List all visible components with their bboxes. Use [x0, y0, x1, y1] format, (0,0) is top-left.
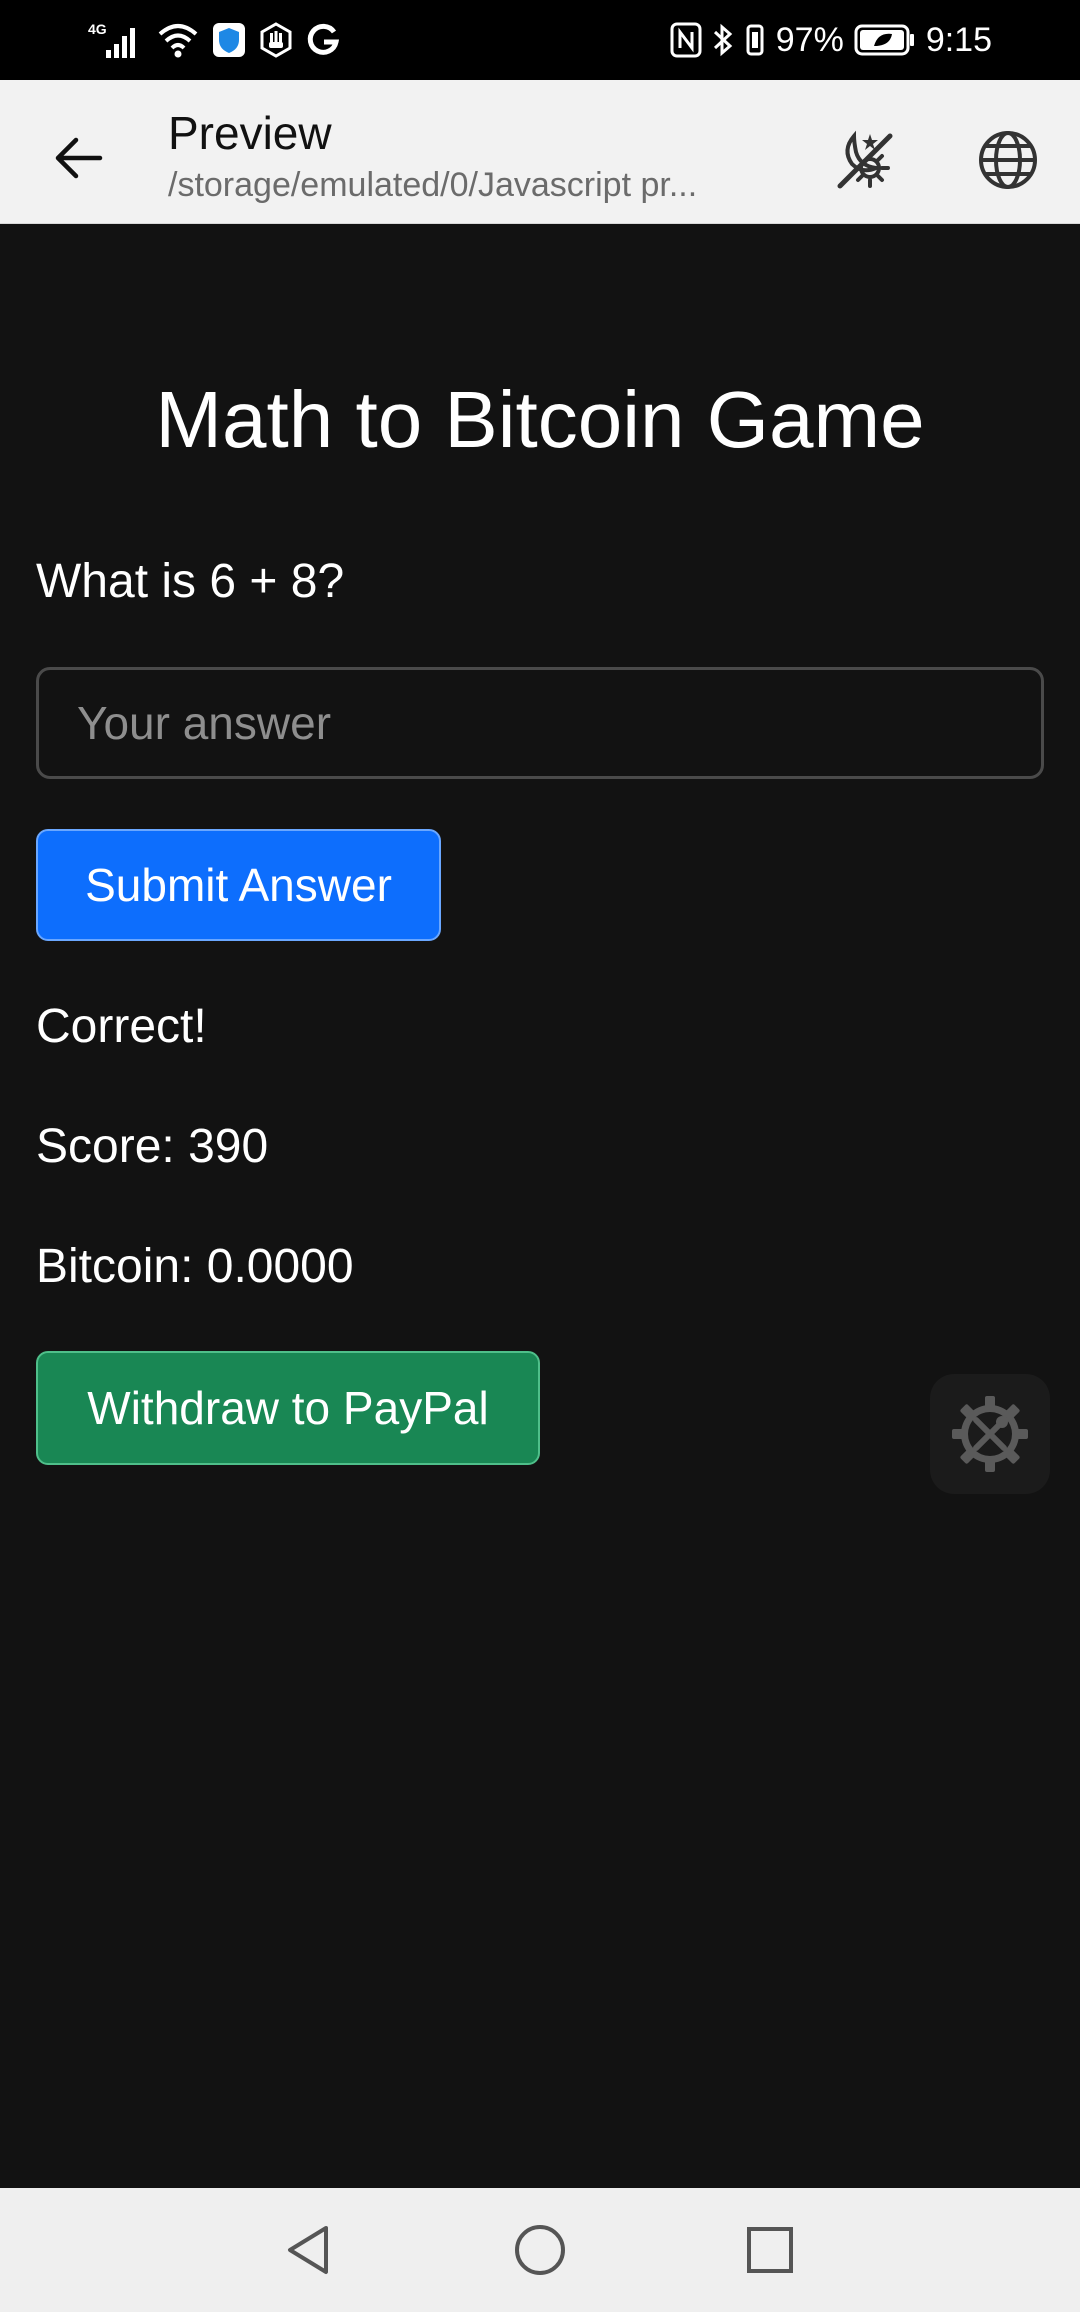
- file-path: /storage/emulated/0/Javascript pr...: [168, 166, 698, 204]
- answer-input[interactable]: [36, 667, 1044, 779]
- vibrate-battery-icon: [744, 22, 766, 58]
- circle-home-icon: [515, 2225, 565, 2275]
- globe-icon: [979, 131, 1037, 189]
- submit-answer-button[interactable]: Submit Answer: [36, 829, 441, 941]
- page-title: Preview: [168, 107, 332, 159]
- shield-icon: [212, 22, 246, 58]
- back-button[interactable]: [40, 120, 116, 196]
- battery-percentage: 97%: [775, 20, 844, 59]
- bluetooth-icon: [712, 22, 734, 58]
- settings-tools-icon: [952, 1396, 1028, 1472]
- bitcoin-balance: Bitcoin: 0.0000: [36, 1240, 354, 1293]
- theme-toggle-button[interactable]: [820, 116, 908, 204]
- status-bar: 4G 97% 9:15: [0, 0, 1080, 80]
- tools-floating-button[interactable]: [930, 1374, 1050, 1494]
- math-question: What is 6 + 8?: [36, 555, 345, 608]
- triangle-back-icon: [288, 2226, 328, 2274]
- google-icon: [306, 22, 340, 58]
- battery-icon: [854, 22, 916, 58]
- preview-content: Math to Bitcoin Game What is 6 + 8? Subm…: [0, 224, 1080, 2188]
- day-night-icon: [837, 130, 893, 189]
- status-right-icons: 97% 9:15: [670, 18, 992, 62]
- clock: 9:15: [925, 20, 992, 59]
- system-nav-bar: [0, 2188, 1080, 2312]
- withdraw-paypal-button[interactable]: Withdraw to PayPal: [36, 1351, 540, 1465]
- nav-recents-button[interactable]: [730, 2210, 810, 2290]
- score-display: Score: 390: [36, 1120, 269, 1173]
- hand-icon: [258, 22, 294, 58]
- status-left-icons: 4G: [88, 18, 340, 62]
- wifi-icon: [156, 20, 200, 60]
- network-type-label: 4G: [88, 21, 107, 37]
- arrow-left-icon: [55, 137, 103, 179]
- game-title: Math to Bitcoin Game: [155, 375, 925, 464]
- square-recents-icon: [747, 2227, 793, 2273]
- cellular-signal-icon: 4G: [88, 20, 144, 60]
- app-bar: Preview /storage/emulated/0/Javascript p…: [0, 80, 1080, 224]
- browser-button[interactable]: [964, 116, 1052, 204]
- feedback-message: Correct!: [36, 1000, 207, 1053]
- nfc-icon: [670, 22, 702, 58]
- nav-back-button[interactable]: [268, 2210, 348, 2290]
- nav-home-button[interactable]: [500, 2210, 580, 2290]
